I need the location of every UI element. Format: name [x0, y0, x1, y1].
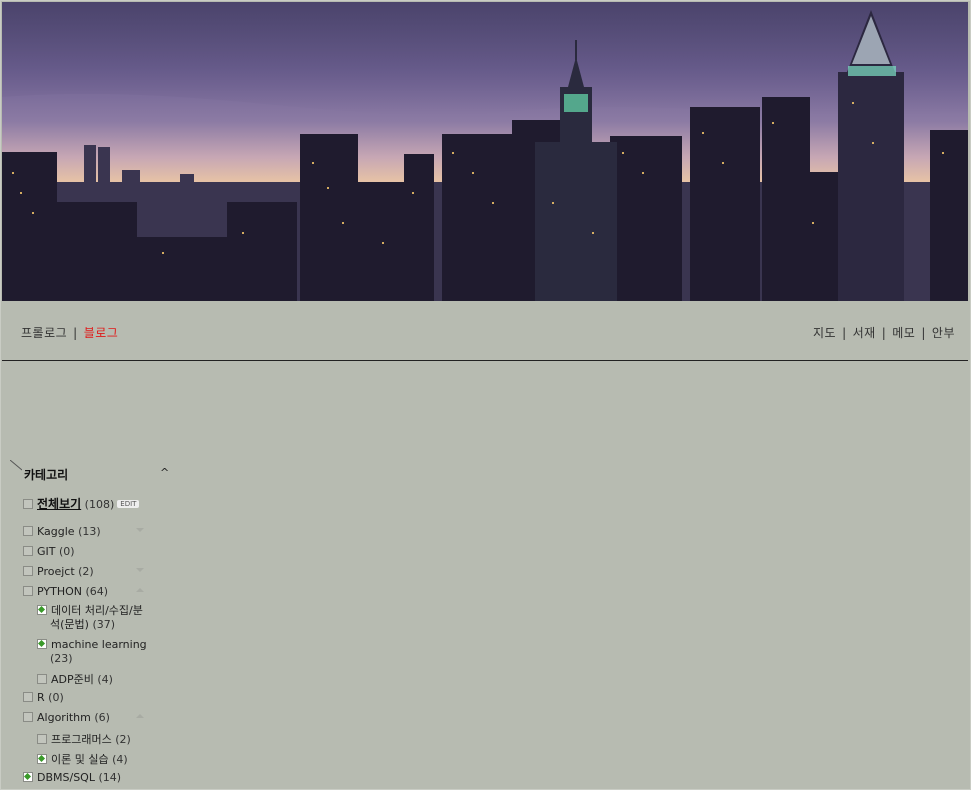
category-all-count: (108)	[84, 498, 115, 511]
folder-icon	[23, 526, 33, 536]
category-item-label[interactable]: 데이터 처리/수집/분	[51, 604, 143, 617]
corner-decoration-icon	[10, 460, 22, 471]
category-item-count: (37)	[92, 618, 116, 631]
nav-library-link[interactable]: 서재	[853, 326, 876, 340]
category-item[interactable]: Algorithm (6)	[23, 711, 158, 724]
header-banner-image	[2, 2, 968, 301]
category-item-count: (64)	[85, 585, 109, 598]
nav-left: 프롤로그 | 블로그	[21, 324, 118, 341]
category-item-label[interactable]: DBMS/SQL	[37, 771, 95, 784]
category-item[interactable]: R (0)	[23, 691, 64, 704]
category-subitem[interactable]: 프로그래머스 (2)	[37, 731, 131, 747]
collapse-arrow-icon[interactable]	[136, 588, 144, 592]
category-item[interactable]: Kaggle (13)	[23, 525, 158, 538]
category-item-count: (4)	[112, 753, 128, 766]
category-item-label[interactable]: Proejct	[37, 565, 75, 578]
category-item-label[interactable]: machine learning	[51, 638, 147, 651]
category-item-count: (6)	[94, 711, 110, 724]
category-item-label[interactable]: GIT	[37, 545, 56, 558]
category-item[interactable]: Proejct (2)	[23, 565, 158, 578]
nav-blog-link[interactable]: 블로그	[84, 326, 119, 340]
category-item-count: (0)	[59, 545, 75, 558]
folder-icon	[37, 674, 47, 684]
category-item-count: (0)	[48, 691, 64, 704]
category-item-label[interactable]: 이론 및 실습	[51, 753, 109, 766]
category-item-count: (13)	[78, 525, 101, 538]
nav-guestbook-link[interactable]: 안부	[932, 326, 955, 340]
category-item-label[interactable]: Kaggle	[37, 525, 75, 538]
category-item-count: (14)	[98, 771, 122, 784]
nav-separator: |	[881, 326, 887, 340]
category-item-label[interactable]: ADP준비	[51, 673, 94, 686]
expand-arrow-icon[interactable]	[136, 528, 144, 532]
nav-divider	[2, 360, 968, 361]
folder-icon	[37, 734, 47, 744]
category-collapse-icon[interactable]: ^	[160, 466, 169, 479]
category-edit-button[interactable]: EDIT	[117, 500, 140, 508]
post-leaf-icon	[37, 639, 47, 649]
folder-icon	[23, 586, 33, 596]
category-all-row: 전체보기 (108) EDIT	[23, 495, 140, 512]
nav-right: 지도 | 서재 | 메모 | 안부	[813, 324, 955, 341]
category-item-count: (4)	[97, 673, 113, 686]
post-leaf-icon	[37, 605, 47, 615]
category-item[interactable]: DBMS/SQL (14)	[23, 771, 121, 784]
category-title: 카테고리	[24, 468, 69, 482]
category-item-count: (2)	[115, 733, 131, 746]
category-all-link[interactable]: 전체보기	[37, 497, 81, 511]
nav-memo-link[interactable]: 메모	[892, 326, 915, 340]
category-item-label[interactable]: PYTHON	[37, 585, 82, 598]
category-subitem[interactable]: 이론 및 실습 (4)	[37, 751, 128, 767]
category-item-label[interactable]: 프로그래머스	[51, 733, 112, 746]
category-item-count: (23)	[50, 652, 73, 665]
collapse-arrow-icon[interactable]	[136, 714, 144, 718]
nav-separator: |	[842, 326, 847, 340]
nav-separator: |	[73, 326, 78, 340]
nav-map-link[interactable]: 지도	[813, 326, 836, 340]
folder-icon	[23, 712, 33, 722]
folder-icon	[23, 692, 33, 702]
category-item[interactable]: PYTHON (64)	[23, 585, 158, 598]
post-leaf-icon	[37, 754, 47, 764]
category-item-count: (2)	[78, 565, 94, 578]
post-leaf-icon	[23, 772, 33, 782]
category-subitem[interactable]: 데이터 처리/수집/분 석(문법) (37)	[37, 604, 161, 632]
nav-separator: |	[921, 326, 926, 340]
category-item-label[interactable]: Algorithm	[37, 711, 91, 724]
expand-arrow-icon[interactable]	[136, 568, 144, 572]
folder-icon	[23, 546, 33, 556]
category-subitem[interactable]: machine learning (23)	[37, 638, 147, 666]
nav-prologue-link[interactable]: 프롤로그	[21, 326, 67, 340]
category-item-label[interactable]: R	[37, 691, 45, 704]
category-item-label-line2[interactable]: 석(문법)	[50, 618, 89, 631]
folder-icon	[23, 566, 33, 576]
folder-icon	[23, 499, 33, 509]
category-item[interactable]: GIT (0)	[23, 545, 75, 558]
category-subitem[interactable]: ADP준비 (4)	[37, 671, 113, 687]
